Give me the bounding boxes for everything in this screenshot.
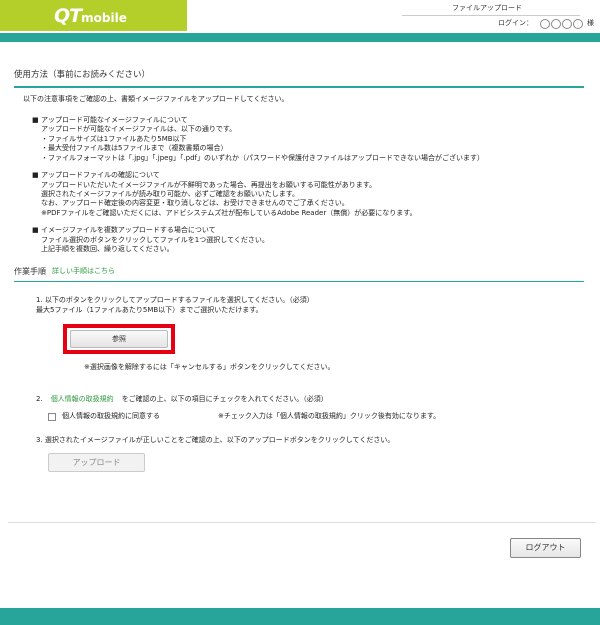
header: QTmobile ファイルアップロード ログイン： 様 bbox=[0, 0, 600, 36]
usage-intro: 以下の注意事項をご確認の上、書類イメージファイルをアップロードしてください。 bbox=[23, 95, 289, 104]
usage-title: 使用方法（事前にお読みください） bbox=[14, 70, 584, 89]
block-line: 選択されたイメージファイルが読み取り可能か、必ずご確認をお願いいたします。 bbox=[41, 189, 300, 198]
bullet-square-icon: ■ bbox=[32, 115, 39, 124]
login-label: ログイン： bbox=[498, 19, 533, 28]
step2-number: 2. bbox=[36, 394, 43, 403]
step1-instruction: 1. 以下のボタンをクリックしてアップロードするファイルを選択してください。（必… bbox=[36, 296, 314, 305]
page-name: ファイルアップロード bbox=[402, 4, 580, 17]
masked-name bbox=[540, 19, 584, 29]
step-1: 1. 以下のボタンをクリックしてアップロードするファイルを選択してください。（必… bbox=[14, 296, 584, 372]
work-title-row: 作業手順 詳しい手順はこちら bbox=[14, 267, 584, 283]
main-content: 使用方法（事前にお読みください） 以下の注意事項をご確認の上、書類イメージファイ… bbox=[14, 70, 584, 473]
step1-note: ※選択画像を解除するには「キャンセルする」ボタンをクリックしてください。 bbox=[84, 363, 335, 372]
logo-mobile: mobile bbox=[81, 11, 127, 25]
step3-instruction: 3. 選択されたイメージファイルが正しいことをご確認の上、以下のアップロードボタ… bbox=[36, 435, 395, 444]
block-line: ・ファイルサイズは1ファイルあたり5MB以下 bbox=[41, 134, 187, 143]
logo: QTmobile bbox=[54, 4, 127, 30]
block-heading: イメージファイルを複数アップロードする場合について bbox=[41, 226, 216, 235]
footer-bar bbox=[0, 608, 600, 625]
agree-label: 個人情報の取扱規約に同意する bbox=[62, 412, 160, 421]
block-line: 上記手順を複数回、繰り返してください。 bbox=[41, 245, 174, 254]
usage-block-multiple: ■ イメージファイルを複数アップロードする場合について ファイル選択のボタンをクリ… bbox=[14, 226, 584, 254]
step2-instruction: をご確認の上、以下の項目にチェックを入れてください。（必須） bbox=[121, 394, 328, 403]
header-divider bbox=[0, 33, 600, 42]
step-3: 3. 選択されたイメージファイルが正しいことをご確認の上、以下のアップロードボタ… bbox=[14, 436, 584, 445]
usage-block-file-check: ■ アップロードファイルの確認について アップロードいただいたイメージファイルが不… bbox=[14, 171, 584, 218]
step1-limit: 最大5ファイル（1ファイルあたり5MB以下）までご選択いただけます。 bbox=[36, 305, 263, 314]
block-line: アップロードいただいたイメージファイルが不鮮明であった場合、再提出をお願いする可… bbox=[41, 180, 377, 189]
detail-procedure-link[interactable]: 詳しい手順はこちら bbox=[52, 267, 115, 278]
usage-block-file-types: ■ アップロード可能なイメージファイルについて アップロードが可能なイメージファイ… bbox=[14, 116, 584, 163]
block-heading: アップロードファイルの確認について bbox=[41, 171, 160, 180]
upload-button[interactable]: アップロード bbox=[48, 453, 145, 473]
logout-button[interactable]: ログアウト bbox=[510, 538, 581, 558]
block-line: ※PDFファイルをご確認いただくには、アドビシステムズ社が配布しているAdobe… bbox=[41, 208, 417, 217]
block-line: ・最大受付ファイル数は5ファイルまで（複数書類の場合） bbox=[41, 144, 228, 153]
browse-button[interactable]: 参照 bbox=[70, 330, 168, 349]
block-heading: アップロード可能なイメージファイルについて bbox=[41, 115, 188, 124]
block-line: アップロードが可能なイメージファイルは、以下の通りです。 bbox=[41, 125, 237, 134]
block-line: ・ファイルフォーマットは「.jpg」「.jpeg」「.pdf」のいずれか（パスワ… bbox=[41, 153, 484, 162]
agree-checkbox[interactable] bbox=[48, 412, 56, 421]
browse-highlight: 参照 bbox=[63, 324, 175, 355]
bullet-square-icon: ■ bbox=[32, 171, 39, 180]
step-2: 2. 個人情報の取扱規約 をご確認の上、以下の項目にチェックを入れてください。（… bbox=[14, 395, 584, 404]
block-line: なお、アップロード確定後の内容変更・取り消しなどは、お受けできませんのでご了承く… bbox=[41, 199, 349, 208]
privacy-policy-link[interactable]: 個人情報の取扱規約 bbox=[51, 395, 114, 404]
agree-note: ※チェック入力は「個人情報の取扱規約」クリック後有効になります。 bbox=[218, 412, 441, 421]
login-status: ログイン： 様 bbox=[498, 19, 594, 29]
logo-bar: QTmobile bbox=[0, 0, 187, 31]
bullet-square-icon: ■ bbox=[32, 226, 39, 235]
login-suffix: 様 bbox=[587, 19, 594, 28]
logo-qt: QT bbox=[54, 5, 82, 27]
agree-row: 個人情報の取扱規約に同意する ※チェック入力は「個人情報の取扱規約」クリック後有… bbox=[14, 412, 584, 421]
work-title: 作業手順 bbox=[14, 266, 46, 276]
block-line: ファイル選択のボタンをクリックしてファイルを1つ選択してください。 bbox=[41, 235, 269, 244]
content-divider bbox=[8, 522, 596, 523]
